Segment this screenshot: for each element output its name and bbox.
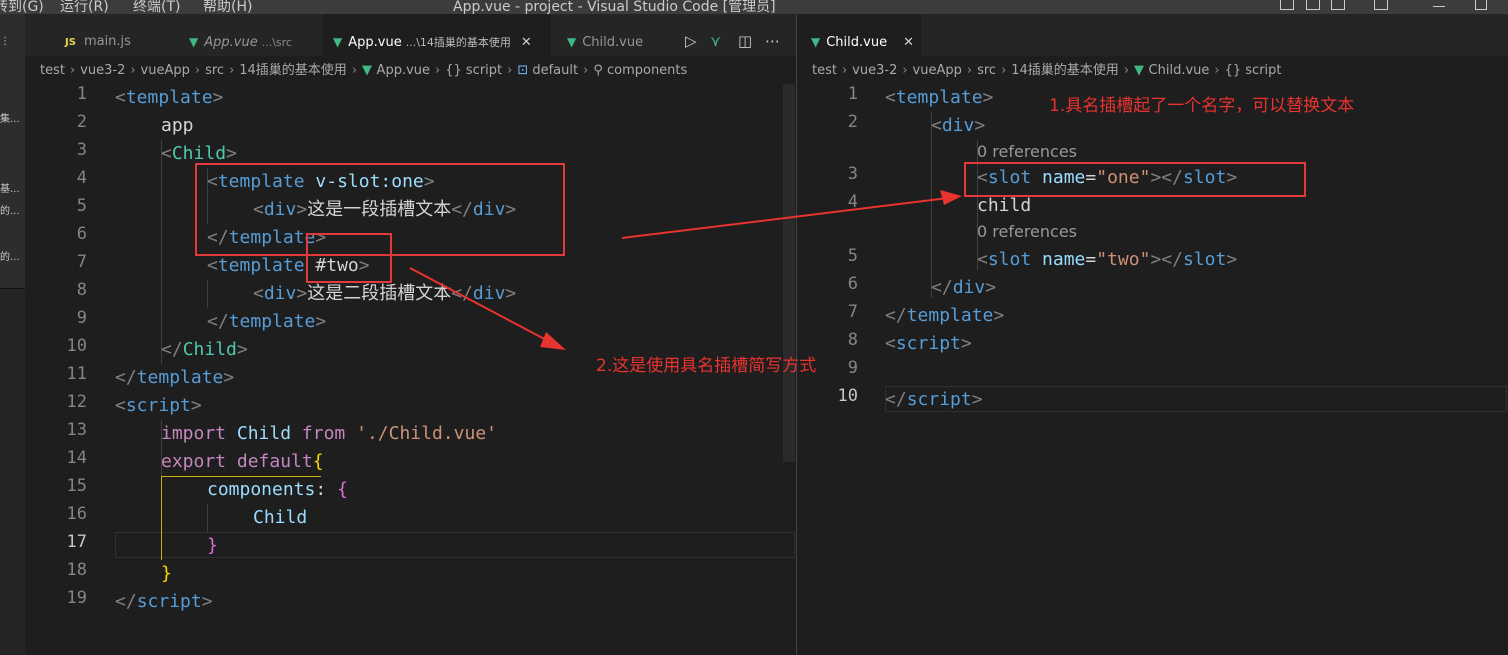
annotation-note-shorthand: 2.这是使用具名插槽简写方式: [596, 356, 817, 376]
annotation-note-named-slot: 1.具名插槽起了一个名字，可以替换文本: [1049, 96, 1355, 116]
